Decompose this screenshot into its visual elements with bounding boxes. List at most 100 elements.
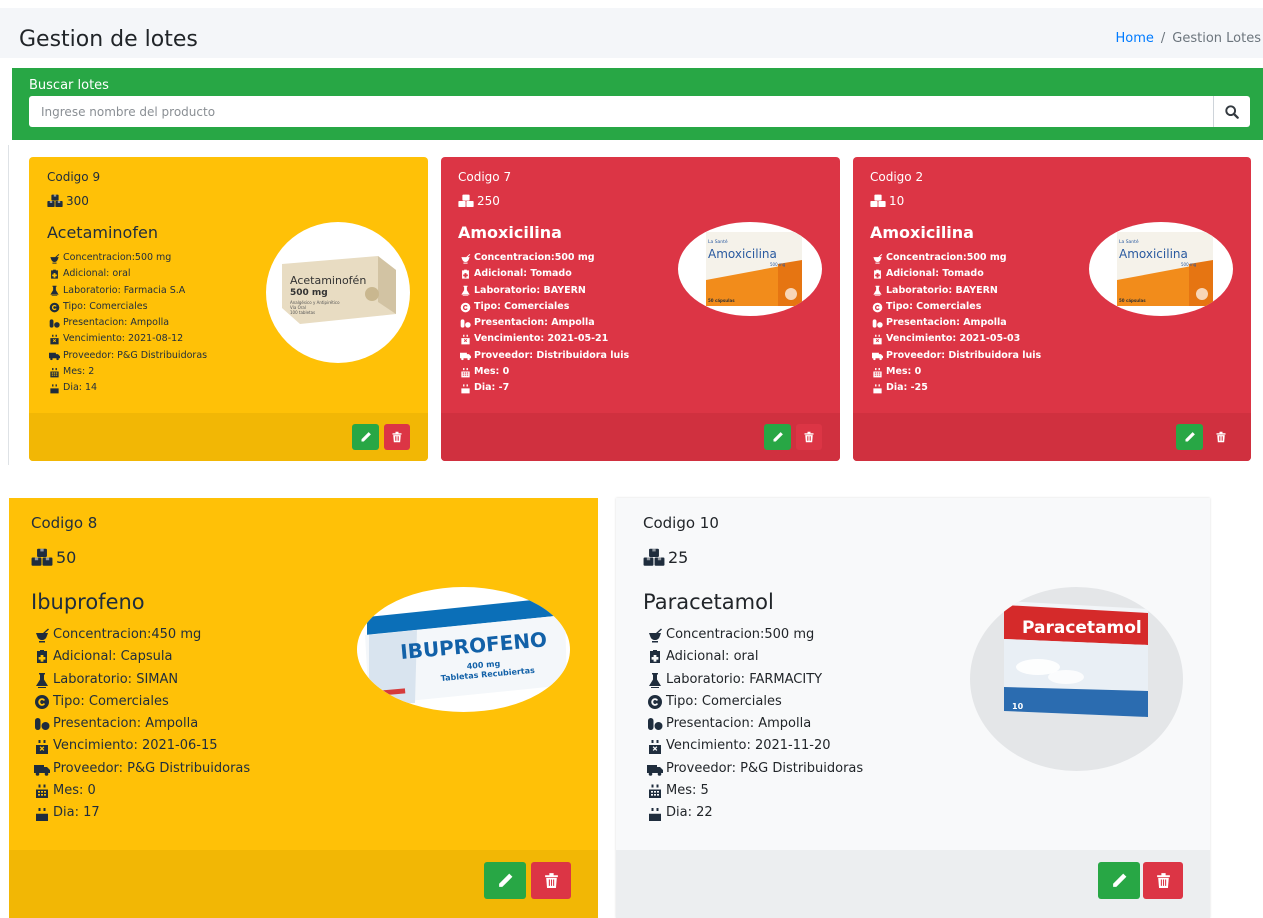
detail-text: Concentracion:500 mg: [474, 252, 595, 263]
detail-row: Vencimiento: 2021-05-21: [460, 331, 629, 347]
truck-icon: [872, 350, 883, 361]
flask-icon: [647, 672, 663, 688]
delete-button[interactable]: [1143, 862, 1183, 899]
card-details: Concentracion:500 mg Adicional: oral Labor…: [647, 624, 863, 825]
card-details: Concentracion:500 mg Adicional: oral Labor…: [49, 250, 207, 397]
image-count: 10: [1012, 702, 1024, 711]
product-image: Paracetamol 10: [970, 587, 1183, 771]
edit-button[interactable]: [352, 424, 379, 450]
detail-text: Dia: -7: [474, 382, 510, 394]
delete-button[interactable]: [796, 424, 822, 450]
delete-button[interactable]: [384, 424, 410, 450]
detail-row: Adicional: oral: [647, 646, 863, 668]
product-image: La Santé Amoxicilina 500 mg 50 cápsulas: [1089, 222, 1233, 316]
detail-text: Mes: 2: [63, 366, 95, 378]
calendar-day-icon: [647, 806, 663, 822]
edit-button[interactable]: [764, 424, 791, 450]
search-button[interactable]: [1213, 96, 1250, 127]
trash-icon: [391, 431, 403, 443]
lote-card: Codigo 7 250 Amoxicilina Concentracion:5…: [441, 157, 840, 461]
trash-icon: [803, 431, 815, 443]
mortar-pestle-icon: [49, 253, 60, 264]
card-details: Concentracion:500 mg Adicional: Tomado Lab…: [460, 250, 629, 397]
flask-icon: [872, 285, 883, 297]
copyright-icon: [49, 302, 60, 313]
detail-row: Dia: 22: [647, 802, 863, 824]
detail-row: Mes: 5: [647, 780, 863, 802]
detail-text: Concentracion:500 mg: [886, 252, 1007, 263]
card-quantity-value: 10: [889, 194, 905, 208]
detail-row: Laboratorio: SIMAN: [34, 669, 250, 691]
detail-row: Tipo: Comerciales: [872, 299, 1041, 315]
detail-row: Vencimiento: 2021-08-12: [49, 331, 207, 347]
first-aid-icon: [460, 269, 471, 280]
pills-icon: [872, 318, 883, 329]
detail-row: Adicional: Tomado: [872, 266, 1041, 282]
mortar-pestle-icon: [647, 627, 663, 643]
truck-icon: [34, 761, 50, 777]
truck-icon: [460, 350, 471, 361]
image-line3: 100 tabletas: [290, 310, 315, 315]
detail-row: Adicional: Capsula: [34, 646, 250, 668]
card-quantity: 50: [31, 548, 76, 567]
calendar-day-icon: [49, 383, 60, 394]
edit-button[interactable]: [1098, 862, 1140, 899]
product-image: Acetaminofén 500 mg Analgésico y Antipir…: [266, 222, 410, 363]
detail-text: Adicional: oral: [666, 649, 759, 665]
search-input[interactable]: [29, 96, 1209, 127]
image-dose: 500 mg: [770, 262, 786, 267]
detail-text: Dia: 17: [53, 805, 100, 821]
detail-text: Vencimiento: 2021-08-12: [63, 333, 184, 345]
calendar-times-icon: [49, 334, 60, 345]
card-code: Codigo 10: [643, 514, 719, 532]
card-product-name: Ibuprofeno: [31, 590, 145, 614]
detail-text: Vencimiento: 2021-11-20: [666, 738, 831, 754]
product-image: 10 Tabletas Recubiertas IBUPROFENO 400 m…: [357, 587, 570, 712]
detail-row: Tipo: Comerciales: [49, 299, 207, 315]
detail-text: Adicional: Tomado: [886, 268, 984, 280]
detail-row: Proveedor: P&G Distribuidoras: [647, 758, 863, 780]
boxes-icon: [643, 548, 665, 567]
detail-row: Concentracion:500 mg: [872, 250, 1041, 266]
card-product-name: Paracetamol: [643, 590, 774, 614]
detail-text: Tipo: Comerciales: [474, 300, 570, 312]
detail-text: Vencimiento: 2021-05-03: [886, 333, 1021, 345]
pencil-icon: [1111, 872, 1128, 889]
detail-text: Laboratorio: BAYERN: [474, 284, 586, 296]
detail-row: Concentracion:500 mg: [49, 250, 207, 266]
detail-row: Presentacion: Ampolla: [34, 713, 250, 735]
calendar-times-icon: [647, 739, 663, 755]
detail-row: Proveedor: Distribuidora luis: [460, 348, 629, 364]
detail-row: Vencimiento: 2021-05-03: [872, 331, 1041, 347]
detail-text: Presentacion: Ampolla: [63, 317, 170, 329]
detail-text: Dia: -25: [886, 382, 928, 394]
detail-row: Proveedor: P&G Distribuidoras: [34, 758, 250, 780]
delete-button[interactable]: [1208, 424, 1234, 450]
card-quantity-value: 25: [668, 548, 689, 567]
card-quantity: 25: [643, 548, 688, 567]
image-bottom: 50 cápsulas: [708, 298, 735, 303]
copyright-icon: [34, 694, 50, 710]
detail-text: Mes: 0: [886, 366, 922, 378]
detail-text: Concentracion:500 mg: [63, 252, 172, 263]
flask-icon: [460, 285, 471, 297]
calendar-times-icon: [460, 334, 471, 345]
first-aid-icon: [34, 649, 50, 665]
detail-text: Adicional: Tomado: [474, 268, 572, 280]
detail-row: Vencimiento: 2021-11-20: [647, 735, 863, 757]
lote-card: Codigo 8 50 Ibuprofeno Concentracion:450…: [9, 498, 598, 918]
detail-row: Dia: -7: [460, 380, 629, 396]
detail-text: Proveedor: Distribuidora luis: [886, 349, 1042, 361]
edit-button[interactable]: [484, 862, 526, 899]
detail-text: Dia: 22: [666, 805, 713, 821]
card-quantity-value: 50: [56, 548, 77, 567]
calendar-alt-icon: [460, 367, 471, 378]
edit-button[interactable]: [1176, 424, 1203, 450]
image-dose: 500 mg: [1181, 262, 1197, 267]
image-dose: 500 mg: [290, 288, 328, 298]
detail-row: Dia: -25: [872, 380, 1041, 396]
pills-icon: [34, 716, 50, 732]
delete-button[interactable]: [531, 862, 571, 899]
breadcrumb-home-link[interactable]: Home: [1116, 31, 1154, 46]
detail-row: Presentacion: Ampolla: [49, 315, 207, 331]
